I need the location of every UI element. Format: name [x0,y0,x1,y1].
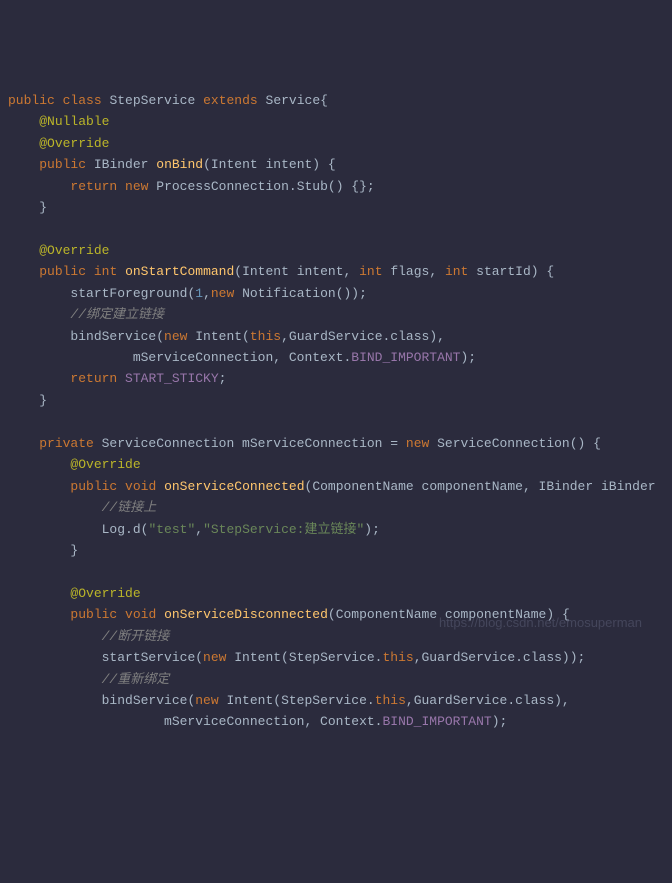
code-line: return new ProcessConnection.Stub() {}; [70,179,374,194]
code-line: @Override [39,243,109,258]
code-line: mServiceConnection, Context.BIND_IMPORTA… [164,714,507,729]
code-line: //断开链接 [102,629,170,644]
code-line: mServiceConnection, Context.BIND_IMPORTA… [133,350,476,365]
watermark-text: https://blog.csdn.net/emosuperman [439,612,642,633]
code-line: Log.d("test","StepService:建立链接"); [102,522,380,537]
code-line: //链接上 [102,500,157,515]
code-line: @Override [70,586,140,601]
code-line: //绑定建立链接 [70,307,164,322]
code-line: startForeground(1,new Notification()); [70,286,366,301]
code-line: public void onServiceConnected(Component… [70,479,655,494]
code-line: startService(new Intent(StepService.this… [102,650,586,665]
code-line: //重新绑定 [102,672,170,687]
code-line: } [39,200,47,215]
code-line: return START_STICKY; [70,371,226,386]
code-line: private ServiceConnection mServiceConnec… [39,436,601,451]
code-line: @Override [39,136,109,151]
code-line: public class StepService extends Service… [8,93,328,108]
code-line: @Nullable [39,114,109,129]
code-line: @Override [70,457,140,472]
code-line: bindService(new Intent(StepService.this,… [102,693,570,708]
code-editor[interactable]: public class StepService extends Service… [8,90,664,733]
code-line: } [39,393,47,408]
code-line: } [70,543,78,558]
code-line: public IBinder onBind(Intent intent) { [39,157,335,172]
code-line: public int onStartCommand(Intent intent,… [39,264,554,279]
code-line: bindService(new Intent(this,GuardService… [70,329,445,344]
